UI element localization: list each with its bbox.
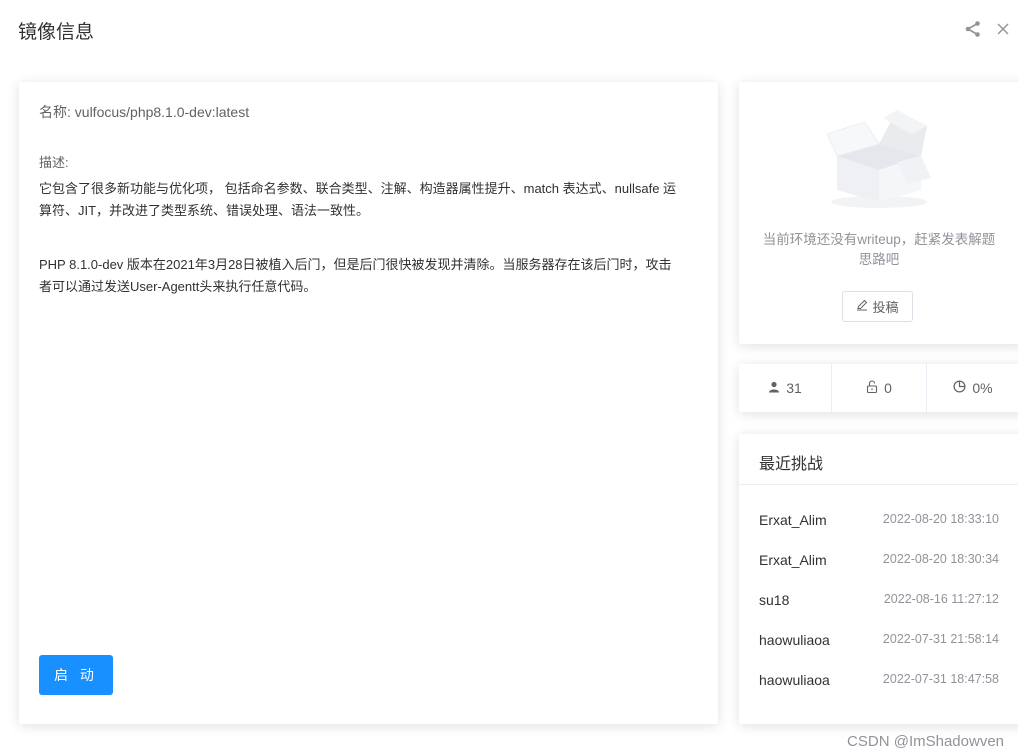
empty-box-illustration: [826, 104, 931, 214]
start-button[interactable]: 启 动: [39, 655, 113, 695]
empty-writeup-text: 当前环境还没有writeup，赶紧发表解题思路吧: [762, 232, 996, 267]
challenger-name: Erxat_Alim: [759, 552, 827, 568]
challenge-time: 2022-07-31 21:58:14: [882, 632, 999, 646]
header-actions: [962, 18, 1014, 40]
list-item: Erxat_Alim 2022-08-20 18:30:34: [739, 544, 1018, 584]
writeup-card: 当前环境还没有writeup，赶紧发表解题思路吧 投稿: [739, 82, 1018, 344]
stat-rate-value: 0%: [972, 380, 993, 396]
list-item: haowuliaoa 2022-07-31 21:58:14: [739, 624, 1018, 664]
challenger-name: haowuliaoa: [759, 672, 830, 688]
stat-users: 31: [739, 364, 832, 412]
stat-unlocks-value: 0: [884, 380, 892, 396]
recent-challenges-title: 最近挑战: [759, 456, 824, 473]
list-item: Erxat_Alim 2022-08-20 18:33:10: [739, 504, 1018, 544]
stats-bar: 31 0 0%: [739, 364, 1018, 412]
user-icon: [768, 380, 780, 396]
challenger-name: su18: [759, 592, 790, 608]
challenger-name: Erxat_Alim: [759, 512, 827, 528]
list-item: haowuliaoa 2022-07-31 18:47:58: [739, 664, 1018, 704]
description-paragraph-1: 它包含了很多新功能与优化项， 包括命名参数、联合类型、注解、构造器属性提升、ma…: [39, 181, 677, 218]
edit-icon: [856, 299, 868, 314]
challenge-time: 2022-08-20 18:30:34: [882, 552, 999, 566]
challenge-time: 2022-07-31 18:47:58: [882, 672, 999, 686]
challenger-name: haowuliaoa: [759, 632, 830, 648]
unlock-icon: [866, 380, 878, 396]
submit-writeup-label: 投稿: [872, 300, 899, 315]
stat-unlocks: 0: [832, 364, 927, 412]
stat-rate: 0%: [927, 364, 1018, 412]
image-name: 名称: vulfocus/php8.1.0-dev:latest: [39, 104, 250, 120]
recent-challenges-card: 最近挑战 Erxat_Alim 2022-08-20 18:33:10 Erxa…: [739, 434, 1018, 724]
share-icon[interactable]: [962, 18, 984, 40]
description-paragraph-2: PHP 8.1.0-dev 版本在2021年3月28日被植入后门，但是后门很快被…: [39, 257, 672, 294]
submit-writeup-button[interactable]: 投稿: [842, 291, 913, 322]
divider: [739, 484, 1018, 485]
challenge-time: 2022-08-16 11:27:12: [883, 592, 999, 606]
recent-challenges-list: Erxat_Alim 2022-08-20 18:33:10 Erxat_Ali…: [739, 504, 1018, 704]
description-label: 描述:: [39, 155, 69, 170]
stat-users-value: 31: [786, 380, 802, 396]
dialog-title: 镜像信息: [18, 22, 95, 43]
watermark: CSDN @ImShadowven: [847, 733, 1004, 750]
list-item: su18 2022-08-16 11:27:12: [739, 584, 1018, 624]
pie-chart-icon: [953, 380, 966, 396]
close-icon[interactable]: [992, 18, 1014, 40]
challenge-time: 2022-08-20 18:33:10: [882, 512, 999, 526]
image-info-card: 名称: vulfocus/php8.1.0-dev:latest 描述: 它包含…: [19, 82, 718, 724]
